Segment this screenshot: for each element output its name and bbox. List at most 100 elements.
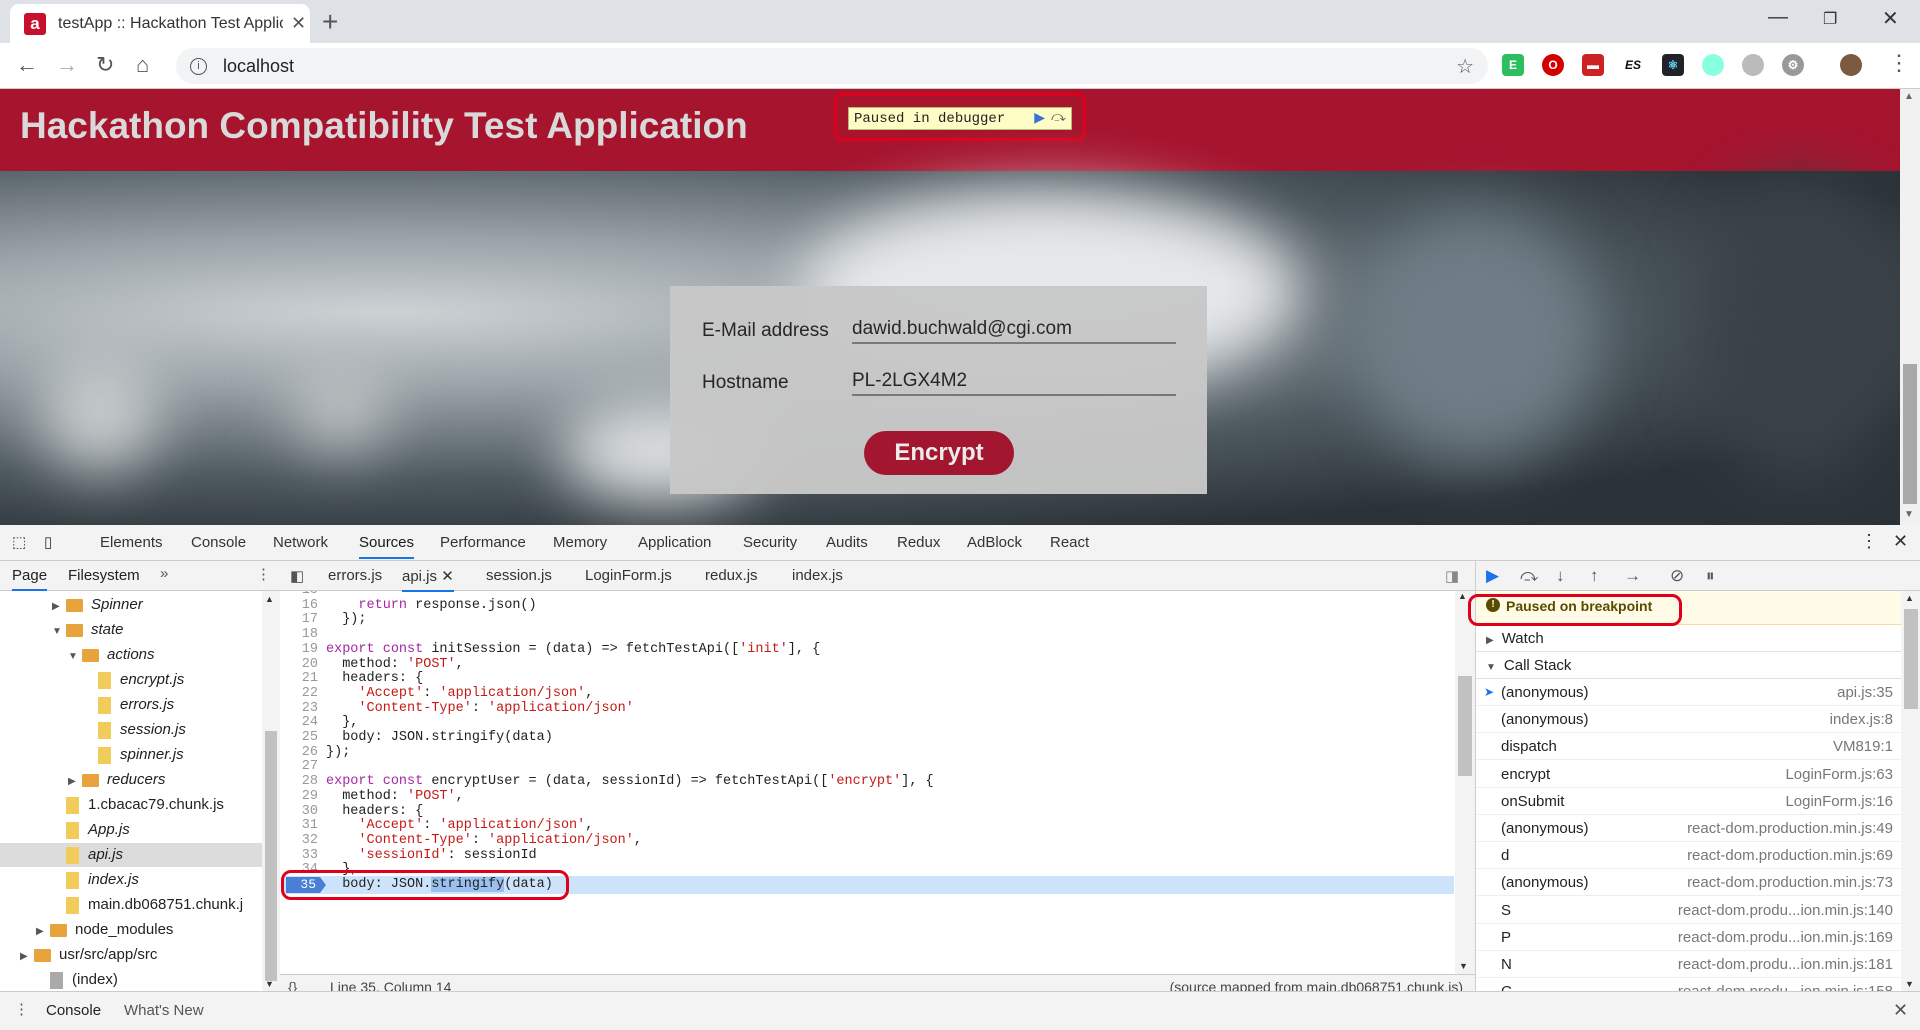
call-stack-section[interactable]: ▼ Call Stack [1476,652,1901,679]
step-out-icon[interactable]: ↑ [1590,566,1599,586]
frame-location[interactable]: index.js:8 [1830,711,1893,728]
call-frame[interactable]: (anonymous) react-dom.production.min.js:7… [1476,869,1901,897]
bookmark-star-icon[interactable]: ☆ [1456,54,1474,79]
toggle-debugger-icon[interactable]: ◨ [1445,567,1459,585]
react-devtools-icon[interactable]: ⚛ [1662,54,1684,76]
tree-item[interactable]: session.js [84,721,186,739]
close-devtools-icon[interactable]: ✕ [1893,531,1908,552]
device-toolbar-icon[interactable]: ▯ [44,533,52,551]
extension-green-icon[interactable] [1702,54,1724,76]
page-scrollbar[interactable]: ▲ ▼ [1900,89,1920,525]
tab-filesystem[interactable]: Filesystem [68,567,140,584]
editor-scrollbar[interactable]: ▲ ▼ [1455,591,1475,974]
restore-icon[interactable]: ❐ [1823,9,1837,29]
step-over-icon[interactable]: ⤼ [1051,110,1066,127]
frame-location[interactable]: api.js:35 [1837,684,1893,701]
frame-location[interactable]: LoginForm.js:16 [1785,793,1893,810]
frame-location[interactable]: LoginForm.js:63 [1785,766,1893,783]
call-frame[interactable]: (anonymous) index.js:8 [1476,706,1901,734]
navigator-scrollbar[interactable]: ▲ ▼ [262,591,280,991]
more-tabs-icon[interactable]: » [160,565,168,582]
resume-icon[interactable]: ▶ [1486,566,1499,586]
call-frame[interactable]: ➤ (anonymous) api.js:35 [1476,679,1901,706]
call-frame[interactable]: encrypt LoginForm.js:63 [1476,761,1901,788]
tab-memory[interactable]: Memory [553,534,607,551]
line-number[interactable]: 27 [280,759,318,774]
call-frame[interactable]: d react-dom.production.min.js:69 [1476,842,1901,870]
tree-item[interactable]: api.js [52,846,123,864]
line-number[interactable]: 23 [280,701,318,716]
editor-tab-api[interactable]: api.js ✕ [402,567,454,592]
tree-item[interactable]: 1.cbacac79.chunk.js [52,796,224,814]
expand-arrow-icon[interactable]: ▼ [68,651,82,662]
drawer-menu-icon[interactable]: ⋮ [14,1000,29,1018]
toggle-navigator-icon[interactable]: ◧ [290,567,304,585]
line-number[interactable]: 29 [280,789,318,804]
site-info-icon[interactable]: i [190,57,207,75]
step-icon[interactable]: → [1624,566,1641,586]
tree-item[interactable]: encrypt.js [84,671,184,689]
line-number[interactable]: 31 [280,818,318,833]
profile-avatar[interactable] [1840,54,1862,76]
browser-tab[interactable]: a testApp :: Hackathon Test Applica ✕ [10,4,310,43]
omnibox[interactable]: i localhost ☆ [176,48,1488,84]
encrypt-button[interactable]: Encrypt [864,431,1014,475]
tree-item[interactable]: ▶ usr/src/app/src [20,946,157,963]
line-number[interactable]: 33 [280,848,318,863]
close-drawer-icon[interactable]: ✕ [1893,1000,1908,1021]
frame-location[interactable]: react-dom.produ...ion.min.js:169 [1678,929,1893,946]
es-extension-icon[interactable]: ES [1622,54,1644,76]
expand-arrow-icon[interactable]: ▶ [36,926,50,937]
editor-tab-index[interactable]: index.js [792,567,843,584]
frame-location[interactable]: react-dom.produ...ion.min.js:140 [1678,902,1893,919]
tab-adblock[interactable]: AdBlock [967,534,1022,551]
line-number[interactable]: 26 [280,745,318,760]
devtools-menu-icon[interactable]: ⋮ [1860,531,1878,552]
expand-arrow-icon[interactable]: ▶ [68,776,82,787]
page-scroll-thumb[interactable] [1903,364,1917,504]
expand-arrow-icon[interactable]: ▼ [52,626,66,637]
tab-redux[interactable]: Redux [897,534,940,551]
tab-application[interactable]: Application [638,534,711,551]
call-frame[interactable]: dispatch VM819:1 [1476,733,1901,761]
opera-icon[interactable]: O [1542,54,1564,76]
hostname-field[interactable]: PL-2LGX4M2 [852,370,1176,396]
line-number[interactable]: 32 [280,833,318,848]
close-tab-icon[interactable]: ✕ [291,13,306,34]
code-content[interactable]: 1516 return response.json()17 });1819exp… [280,591,1460,974]
extension-settings-icon[interactable]: ⚙ [1782,54,1804,76]
call-frame[interactable]: (anonymous) react-dom.production.min.js:4… [1476,815,1901,842]
frame-location[interactable]: react-dom.production.min.js:73 [1687,874,1893,891]
tree-item[interactable]: ▼ state [52,621,124,638]
home-icon[interactable]: ⌂ [136,52,149,78]
tab-react[interactable]: React [1050,534,1089,551]
line-number[interactable]: 24 [280,715,318,730]
line-number[interactable]: 22 [280,686,318,701]
line-number[interactable]: 19 [280,642,318,657]
line-number[interactable]: 20 [280,657,318,672]
editor-tab-loginform[interactable]: LoginForm.js [585,567,672,584]
tab-sources[interactable]: Sources [359,534,415,559]
line-number[interactable]: 25 [280,730,318,745]
frame-location[interactable]: react-dom.production.min.js:49 [1687,820,1893,837]
tree-item[interactable]: main.db068751.chunk.j [52,896,243,914]
editor-tab-redux[interactable]: redux.js [705,567,758,584]
close-tab-icon[interactable]: ✕ [441,568,454,585]
tab-performance[interactable]: Performance [440,534,526,551]
menu-kebab-icon[interactable]: ⋮ [1888,50,1910,76]
tab-security[interactable]: Security [743,534,797,551]
tree-item[interactable]: index.js [52,871,139,889]
tree-item[interactable]: ▶ reducers [68,771,165,788]
drawer-tab-console[interactable]: Console [46,1002,101,1019]
tree-item[interactable]: errors.js [84,696,174,714]
line-number[interactable]: 18 [280,627,318,642]
drawer-tab-whats-new[interactable]: What's New [124,1002,204,1019]
forward-icon[interactable]: → [56,52,78,78]
line-number[interactable]: 30 [280,804,318,819]
line-number[interactable]: 16 [280,598,318,613]
call-frame[interactable]: Sreact-dom.produ...ion.min.js:140 [1476,897,1901,924]
minimize-icon[interactable]: — [1768,6,1788,29]
call-frame[interactable]: onSubmit LoginForm.js:16 [1476,788,1901,815]
step-into-icon[interactable]: ↓ [1556,566,1565,586]
frame-location[interactable]: react-dom.produ...ion.min.js:181 [1678,956,1893,973]
